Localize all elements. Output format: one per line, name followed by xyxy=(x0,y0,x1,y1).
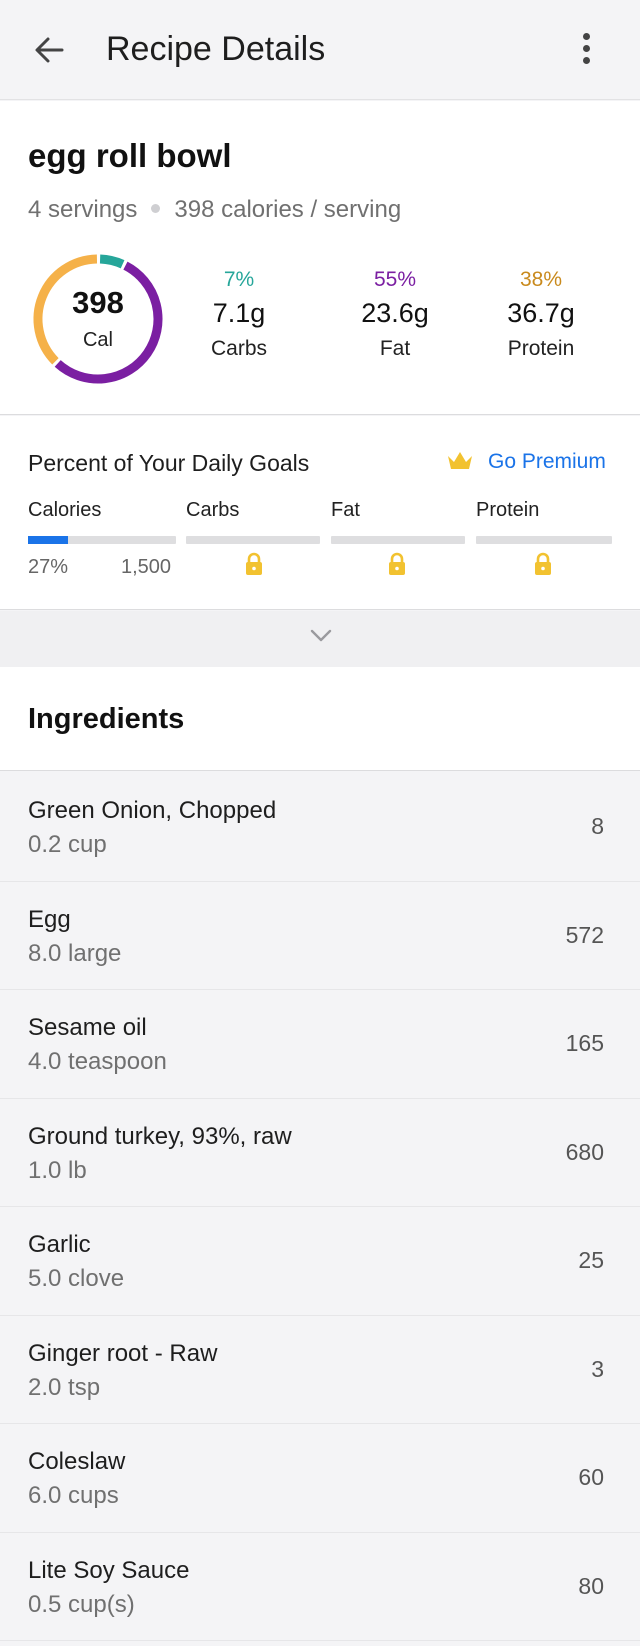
ingredients-title: Ingredients xyxy=(28,703,185,735)
go-premium-label: Go Premium xyxy=(488,450,606,473)
ring-segment-carbs xyxy=(99,254,125,269)
chevron-down-icon xyxy=(310,629,332,642)
ingredient-quantity: 6.0 cups xyxy=(28,1482,119,1509)
goal-bar-protein xyxy=(476,536,612,544)
macro-carbs: 7% 7.1g Carbs xyxy=(164,268,314,361)
crown-icon xyxy=(448,452,472,469)
ingredient-name: Ginger root - Raw xyxy=(28,1339,218,1367)
ingredient-name: Garlic xyxy=(28,1231,91,1258)
calories-value: 398 xyxy=(72,285,124,320)
macro-grams: 36.7g xyxy=(507,298,575,328)
ingredient-name: Ground turkey, 93%, raw xyxy=(28,1122,292,1150)
macro-percent: 38% xyxy=(519,268,563,291)
ingredient-calories: 572 xyxy=(565,921,604,948)
lock-icon xyxy=(389,552,405,575)
ingredient-calories: 25 xyxy=(578,1247,604,1273)
macro-name: Carbs xyxy=(210,337,268,360)
macro-name: Protein xyxy=(507,337,575,360)
macro-grams: 7.1g xyxy=(212,298,266,328)
recipe-name: egg roll bowl xyxy=(28,137,232,174)
lock-icon xyxy=(246,552,262,575)
ingredient-calories: 165 xyxy=(565,1030,604,1056)
ingredient-row[interactable]: Lite Soy Sauce 0.5 cup(s) 80 xyxy=(0,1532,640,1641)
ingredient-name: Green Onion, Chopped xyxy=(28,797,277,824)
ingredient-quantity: 0.5 cup(s) xyxy=(28,1590,135,1618)
macro-percent: 7% xyxy=(223,268,255,291)
macro-percent: 55% xyxy=(373,268,417,291)
goal-label-fat: Fat xyxy=(331,499,360,521)
goal-bar-fat xyxy=(331,536,465,544)
ingredient-quantity: 4.0 teaspoon xyxy=(28,1048,167,1075)
macro-fat: 55% 23.6g Fat xyxy=(320,268,470,361)
ingredient-calories: 680 xyxy=(565,1138,604,1165)
goals-title: Percent of Your Daily Goals xyxy=(28,450,310,476)
ingredient-calories: 80 xyxy=(578,1572,604,1599)
calories-unit: Cal xyxy=(82,329,113,351)
more-options-button[interactable] xyxy=(574,30,598,70)
goal-label-carbs: Carbs xyxy=(186,499,240,521)
goal-label-protein: Protein xyxy=(476,499,540,521)
ingredient-calories: 60 xyxy=(578,1464,604,1490)
goal-calories-target: 1,500 xyxy=(121,556,172,578)
goal-label-calories: Calories xyxy=(28,499,102,521)
ingredient-name: Lite Soy Sauce xyxy=(28,1556,190,1584)
ingredient-row[interactable]: Sesame oil 4.0 teaspoon 165 xyxy=(0,990,640,1099)
lock-icon xyxy=(535,552,551,575)
ingredient-row[interactable]: Coleslaw 6.0 cups 60 xyxy=(0,1424,640,1533)
page-title: Recipe Details xyxy=(106,30,326,68)
ingredient-row[interactable]: Ginger root - Raw 2.0 tsp 3 xyxy=(0,1315,640,1424)
app-bar: Recipe Details xyxy=(0,0,640,100)
ring-segment-fat xyxy=(54,261,163,384)
macro-protein: 38% 36.7g Protein xyxy=(466,268,616,361)
ingredient-name: Egg xyxy=(28,905,71,933)
goal-bar-carbs xyxy=(186,536,320,544)
ingredient-quantity: 5.0 clove xyxy=(28,1265,125,1292)
servings-text: 4 servings xyxy=(28,196,138,223)
ingredient-name: Sesame oil xyxy=(28,1014,147,1041)
ingredients-header: Ingredients xyxy=(0,667,640,771)
ingredient-calories: 3 xyxy=(591,1355,604,1382)
ingredients-list: Green Onion, Chopped 0.2 cup 8 Egg 8.0 large… xyxy=(0,773,640,1641)
macro-name: Fat xyxy=(379,337,411,360)
ingredient-row[interactable]: Garlic 5.0 clove 25 xyxy=(0,1207,640,1316)
ingredient-calories: 8 xyxy=(591,813,604,839)
ingredient-quantity: 1.0 lb xyxy=(28,1156,87,1184)
goal-calories-percent: 27% xyxy=(28,556,69,578)
ingredient-quantity: 0.2 cup xyxy=(28,831,107,858)
daily-goals-section: Percent of Your Daily Goals Go Premium C… xyxy=(0,416,640,610)
expand-toggle[interactable] xyxy=(0,611,640,667)
recipe-meta: 4 servings 398 calories / serving xyxy=(28,196,401,224)
nutrition-summary: egg roll bowl 4 servings 398 calories / s… xyxy=(0,101,640,415)
ingredient-row[interactable]: Ground turkey, 93%, raw 1.0 lb 680 xyxy=(0,1098,640,1207)
ingredient-quantity: 2.0 tsp xyxy=(28,1373,101,1401)
ingredient-quantity: 8.0 large xyxy=(28,939,122,967)
goal-bar-calories xyxy=(28,536,176,544)
ingredient-row[interactable]: Green Onion, Chopped 0.2 cup 8 xyxy=(0,773,640,882)
separator-dot xyxy=(151,204,161,214)
more-vertical-icon xyxy=(582,33,590,40)
macro-grams: 23.6g xyxy=(361,298,429,328)
back-button[interactable] xyxy=(28,28,72,72)
calories-per-serving: 398 calories / serving xyxy=(174,196,402,223)
ingredient-row[interactable]: Egg 8.0 large 572 xyxy=(0,881,640,990)
goal-progress-fill xyxy=(28,536,68,544)
ingredient-name: Coleslaw xyxy=(28,1448,126,1475)
arrow-left-icon xyxy=(35,37,64,63)
